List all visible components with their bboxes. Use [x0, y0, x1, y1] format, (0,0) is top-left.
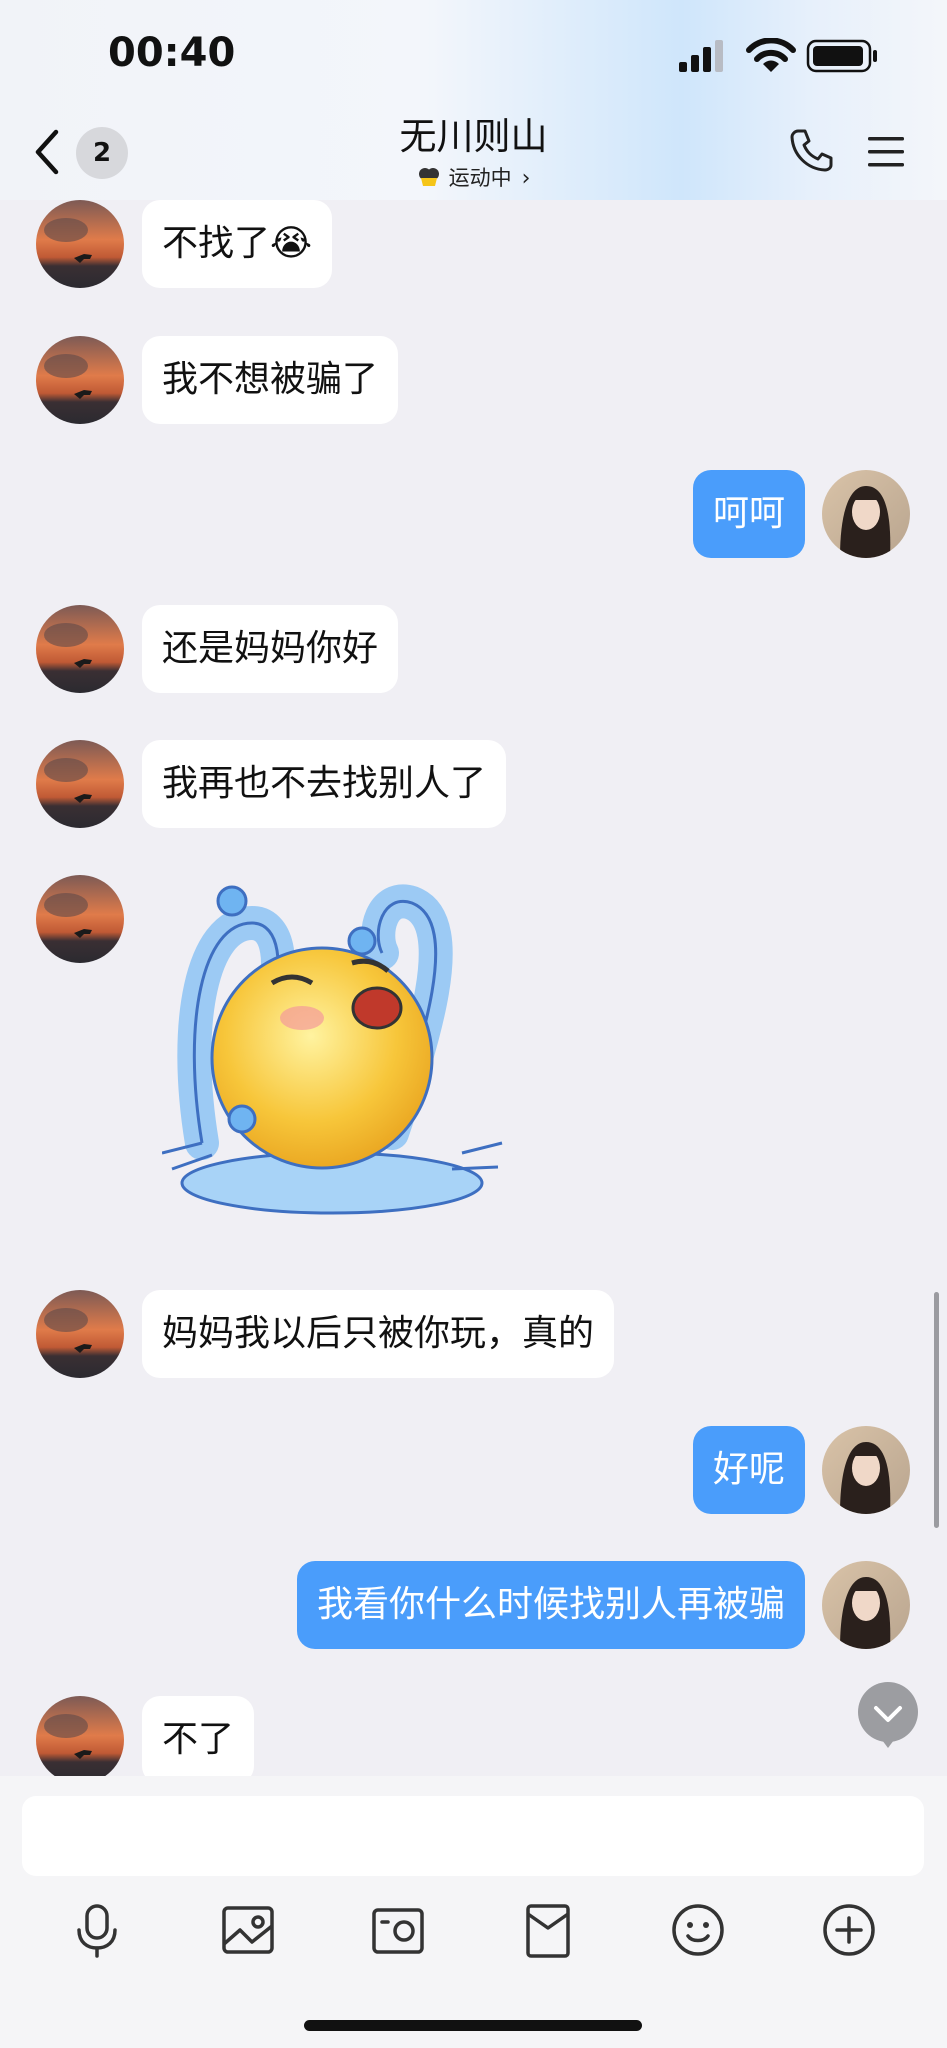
running-status-icon — [417, 165, 441, 194]
wifi-icon — [746, 37, 796, 72]
more-button[interactable] — [817, 1898, 881, 1962]
contact-avatar[interactable] — [36, 336, 124, 424]
contact-avatar[interactable] — [36, 875, 124, 963]
message-bubble[interactable]: 不了 — [142, 1696, 255, 1776]
menu-icon — [868, 137, 904, 167]
message-list[interactable]: 不找了😭 我不想被骗了 呵呵 还是妈妈你好 我再也不去找别人了 妈妈我以后只被你… — [0, 200, 947, 1776]
emoji-icon — [672, 1904, 724, 1956]
contact-avatar[interactable] — [36, 200, 124, 288]
message-bubble[interactable]: 不找了😭 — [142, 200, 333, 288]
camera-icon — [372, 1908, 424, 1954]
contact-avatar[interactable] — [36, 605, 124, 693]
chevron-down-icon — [874, 1706, 902, 1748]
phone-icon — [790, 129, 833, 172]
camera-button[interactable] — [366, 1898, 430, 1962]
chat-header: 00:40 2 无川则山 运动中 › — [0, 0, 947, 200]
scrollbar[interactable] — [934, 1292, 939, 1528]
voice-button[interactable] — [65, 1898, 129, 1962]
red-packet-icon — [526, 1904, 570, 1958]
contact-status-text: 运动中 — [448, 166, 512, 190]
microphone-icon — [77, 1904, 117, 1958]
message-bubble[interactable]: 妈妈我以后只被你玩，真的 — [142, 1290, 615, 1378]
contact-avatar[interactable] — [36, 740, 124, 828]
message-bubble[interactable]: 好呢 — [692, 1426, 805, 1514]
menu-button[interactable] — [866, 134, 906, 174]
contact-avatar[interactable] — [36, 1290, 124, 1378]
status-icons — [679, 37, 879, 78]
photo-button[interactable] — [216, 1898, 280, 1962]
battery-icon — [806, 39, 877, 73]
contact-avatar[interactable] — [36, 1696, 124, 1776]
emoji-button[interactable] — [666, 1898, 730, 1962]
message-bubble[interactable]: 呵呵 — [692, 470, 805, 558]
message-input[interactable] — [22, 1796, 924, 1876]
photo-icon — [222, 1906, 274, 1954]
status-time: 00:40 — [108, 30, 236, 76]
scroll-to-bottom-button[interactable] — [858, 1682, 918, 1748]
message-bubble[interactable]: 我看你什么时候找别人再被骗 — [296, 1561, 805, 1649]
status-chevron-icon: › — [521, 166, 531, 191]
message-bubble[interactable]: 我不想被骗了 — [142, 336, 399, 424]
my-avatar[interactable] — [822, 470, 910, 558]
my-avatar[interactable] — [822, 1561, 910, 1649]
crying-face-sticker[interactable] — [161, 883, 512, 1223]
my-avatar[interactable] — [822, 1426, 910, 1514]
call-button[interactable] — [788, 127, 834, 177]
signal-icon — [679, 40, 723, 72]
home-indicator[interactable] — [304, 2020, 642, 2031]
message-bubble[interactable]: 还是妈妈你好 — [142, 605, 399, 693]
red-packet-button[interactable] — [516, 1898, 580, 1962]
message-bubble[interactable]: 我再也不去找别人了 — [142, 740, 507, 828]
plus-icon — [823, 1904, 875, 1956]
input-bar — [0, 1776, 947, 2048]
